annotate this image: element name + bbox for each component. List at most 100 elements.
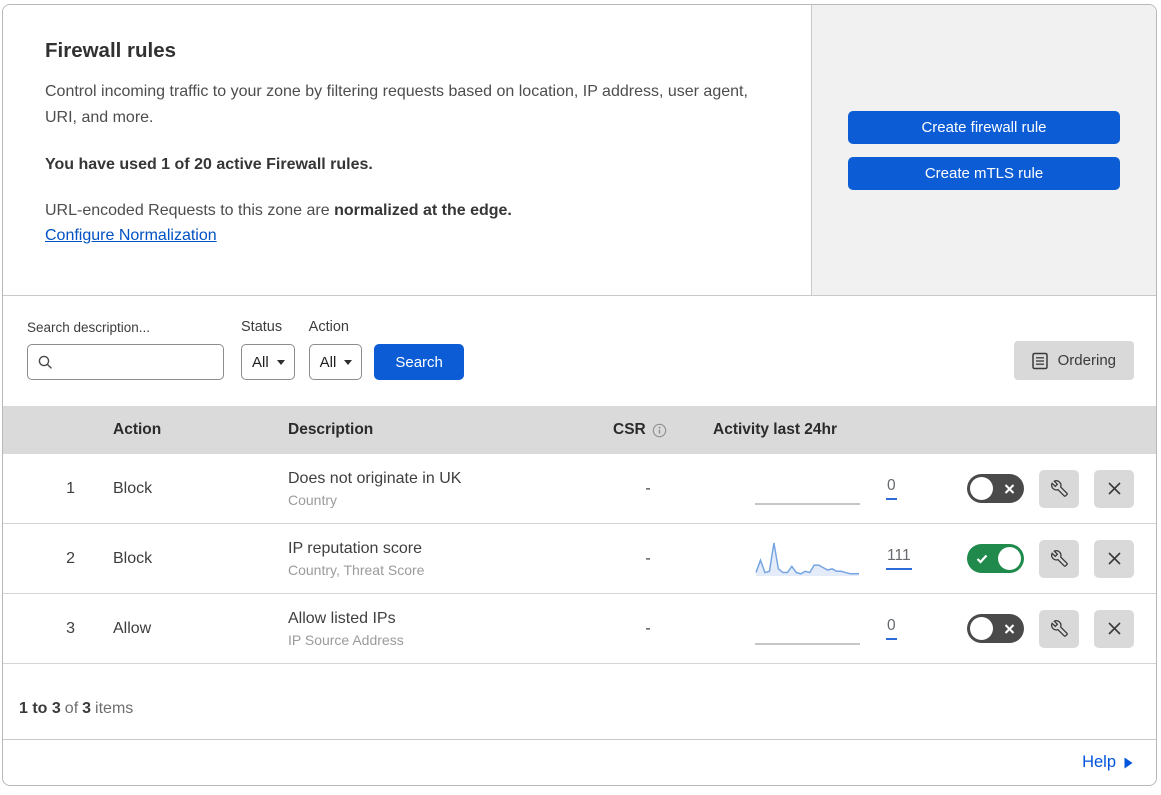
rule-activity-cell: 0 [713,607,958,651]
activity-sparkline [755,467,860,511]
chevron-down-icon [276,359,285,365]
rule-enabled-toggle[interactable] [967,544,1024,573]
activity-count-link[interactable]: 0 [886,617,897,640]
toggle-knob [970,477,993,500]
rule-fields: Country [288,491,338,508]
action-field: Action All [308,319,363,380]
create-mtls-rule-button[interactable]: Create mTLS rule [848,156,1120,190]
toggle-x-icon [1004,623,1015,634]
rule-description: IP reputation score [288,539,423,557]
toggle-x-icon [1004,483,1015,494]
info-icon[interactable] [652,423,667,438]
intro-panel: Firewall rules Control incoming traffic … [3,5,812,295]
rule-activity-cell: 111 [713,537,958,581]
configure-normalization-link[interactable]: Configure Normalization [45,227,217,244]
header-activity-column: Activity last 24hr [713,421,838,438]
pagination-total: 3 [82,699,92,717]
toggle-knob [998,547,1021,570]
delete-rule-button[interactable] [1094,539,1134,578]
actions-panel: Create firewall rule Create mTLS rule [812,5,1156,295]
rule-description: Does not originate in UK [288,469,462,487]
status-select[interactable]: All [241,344,295,380]
help-link-label: Help [1082,753,1116,771]
search-input-box[interactable] [27,344,224,380]
rule-fields: Country, Threat Score [288,561,425,578]
table-row: 1 Block Does not originate in UK Country… [3,454,1156,524]
search-input[interactable] [60,352,213,372]
header-action-column: Action [113,421,162,438]
rule-description-cell: IP reputation score Country, Threat Scor… [288,540,613,578]
activity-count-link[interactable]: 0 [886,477,897,500]
close-icon [1107,551,1122,566]
rule-activity-cell: 0 [713,467,958,511]
usage-note: You have used 1 of 20 active Firewall ru… [45,156,373,174]
wrench-icon [1050,620,1068,637]
rule-priority: 1 [66,479,75,497]
rule-controls [958,609,1156,648]
status-select-value: All [252,353,269,371]
normalization-bold-text: normalized at the edge. [334,202,512,220]
close-icon [1107,481,1122,496]
normalization-note: URL-encoded Requests to this zone are no… [45,202,769,220]
wrench-icon [1050,550,1068,567]
rule-action: Allow [113,619,152,637]
help-bar: Help [3,740,1156,785]
ordering-icon [1031,352,1049,370]
rule-description-cell: Allow listed IPs IP Source Address [288,610,613,648]
rule-description-cell: Does not originate in UK Country [288,470,613,508]
normalization-text: URL-encoded Requests to this zone are [45,202,335,220]
edit-rule-button[interactable] [1039,539,1079,578]
pagination-of: of [64,699,79,717]
toggle-knob [970,617,993,640]
rule-fields: IP Source Address [288,631,404,648]
rule-enabled-toggle[interactable] [967,614,1024,643]
ordering-button[interactable]: Ordering [1013,341,1134,380]
filter-bar: Search description... Status All Action … [3,296,1156,406]
page-title: Firewall rules [45,39,177,62]
rule-enabled-toggle[interactable] [967,474,1024,503]
chevron-down-icon [344,359,353,365]
edit-rule-button[interactable] [1039,469,1079,508]
pagination-items: items [95,699,134,717]
header-description-column: Description [288,421,374,438]
header-csr-label: CSR [613,421,646,438]
close-icon [1107,621,1122,636]
action-select[interactable]: All [308,344,363,380]
activity-sparkline [755,537,860,581]
rule-csr: - [645,549,651,567]
status-field: Status All [241,319,295,380]
rule-description: Allow listed IPs [288,609,396,627]
delete-rule-button[interactable] [1094,469,1134,508]
page-description: Control incoming traffic to your zone by… [45,83,748,127]
edit-rule-button[interactable] [1039,609,1079,648]
rule-csr: - [645,619,651,637]
action-label: Action [308,319,349,335]
activity-sparkline [755,607,860,651]
ordering-button-label: Ordering [1057,352,1116,369]
table-row: 3 Allow Allow listed IPs IP Source Addre… [3,594,1156,664]
pagination: 1 to 3 of 3 items [3,664,1156,740]
rule-csr: - [645,479,651,497]
create-firewall-rule-button[interactable]: Create firewall rule [848,110,1120,144]
help-link[interactable]: Help [1082,753,1133,772]
pagination-range: 1 to 3 [19,699,61,717]
rule-action: Block [113,549,153,567]
right-triangle-icon [1124,757,1133,769]
search-label: Search description... [27,320,151,335]
status-label: Status [241,319,283,335]
firewall-rules-card: Firewall rules Control incoming traffic … [2,4,1157,786]
top-section: Firewall rules Control incoming traffic … [3,5,1156,296]
toggle-check-icon [976,554,988,564]
header-csr-column: CSR [613,421,713,439]
rule-priority: 3 [66,619,75,637]
rule-action: Block [113,479,153,497]
search-field: Search description... [27,320,224,380]
delete-rule-button[interactable] [1094,609,1134,648]
action-select-value: All [319,353,337,371]
rule-controls [958,539,1156,578]
wrench-icon [1050,480,1068,497]
search-icon [38,355,53,370]
table-header: Action Description CSR Activity last 24h… [3,406,1156,454]
activity-count-link[interactable]: 111 [886,547,912,570]
search-button[interactable]: Search [374,344,464,380]
